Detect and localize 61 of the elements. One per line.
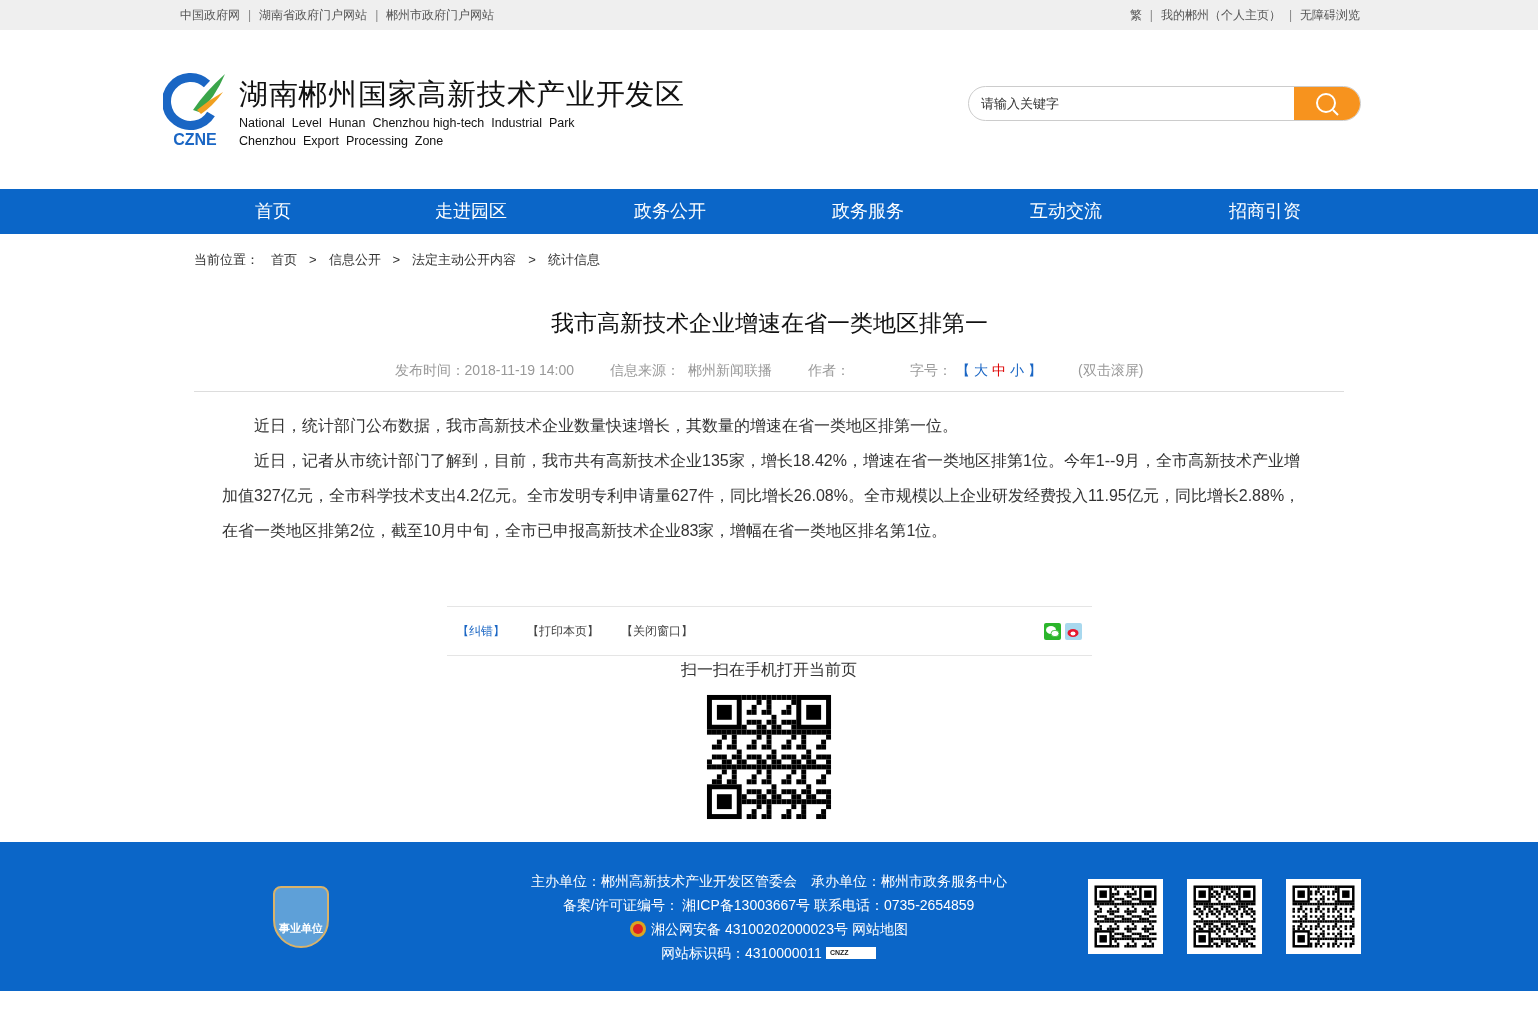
breadcrumb-link[interactable]: 法定主动公开内容 xyxy=(412,250,517,270)
top-link[interactable]: 繁 xyxy=(1129,6,1142,24)
action-link[interactable]: 【打印本页】 xyxy=(526,622,599,640)
police-emblem-icon xyxy=(629,919,648,938)
link-separator: | xyxy=(375,7,379,24)
top-link[interactable]: 湖南省政府门户网站 xyxy=(259,6,368,24)
top-link[interactable]: 无障碍浏览 xyxy=(1300,6,1360,24)
publish-time: 发布时间：2018-11-19 14:00 xyxy=(394,361,575,380)
police-record-link[interactable]: 湘公网安备 43100202000023号 xyxy=(651,916,848,941)
breadcrumb-separator: > xyxy=(392,251,401,270)
article-title: 我市高新技术企业增速在省一类地区排第一 xyxy=(549,309,989,338)
article-paragraph: 近日，记者从市统计部门了解到，目前，我市共有高新技术企业135家，增长18.42%，增速在省一类地区排第1位。今年1--9月，全市高新技术产业增加值327亿元，全市科学技术支出4.2亿元。全市发明专利申请量627件，同比增长26.08%。全市规模以上企业研发经费投入11.95亿元，同比增长2.88%，在省一类地区排第2位，截至10月中旬，全市已申报高新技术企业83家，增幅在省一类地区排名第1位。 xyxy=(222,451,1302,541)
nav-tab[interactable]: 招商引资 xyxy=(1165,189,1364,234)
wechat-icon[interactable] xyxy=(1043,622,1061,640)
source-label: 信息来源： xyxy=(610,361,681,380)
breadcrumb-link[interactable]: 首页 xyxy=(271,250,297,270)
link-separator: | xyxy=(1149,7,1153,24)
link-separator: | xyxy=(1288,7,1292,24)
link-separator: | xyxy=(248,7,252,24)
action-link[interactable]: 【关闭窗口】 xyxy=(620,622,693,640)
search-field[interactable]: 请输入关键字 xyxy=(969,93,1294,114)
source-name: 郴州新闻联播 xyxy=(688,361,773,380)
nav-tab[interactable]: 首页 xyxy=(174,189,373,234)
sitemap-link[interactable]: 网站地图 xyxy=(851,916,908,941)
qr-code xyxy=(1290,883,1357,950)
site-subtitle: National Level Hunan Chenzhou high-tech Industrial Park xyxy=(239,114,576,132)
top-link[interactable]: 郴州市政府门户网站 xyxy=(386,6,495,24)
site-title: 湖南郴州国家高新技术产业开发区 xyxy=(239,76,685,112)
weibo-icon[interactable] xyxy=(1064,622,1082,640)
top-link[interactable]: 我的郴州（个人主页） xyxy=(1160,6,1281,24)
font-size-label: 字号： xyxy=(910,361,953,380)
footer-text: 网站标识码：4310000011 xyxy=(661,943,822,963)
font-size-link[interactable]: 中 xyxy=(992,360,1007,381)
site-subtitle: Chenzhou Export Processing Zone xyxy=(239,132,445,150)
footer-text: 主办单位：郴州高新技术产业开发区管委会 承办单位：郴州市政务服务中心 xyxy=(530,871,1007,891)
top-link[interactable]: 中国政府网 xyxy=(180,6,240,24)
nav-tab[interactable]: 互动交流 xyxy=(967,189,1166,234)
qr-caption: 扫一扫在手机打开当前页 xyxy=(680,660,858,680)
breadcrumb-separator: > xyxy=(309,251,317,270)
nav-tab[interactable]: 走进园区 xyxy=(372,189,571,234)
breadcrumb-separator: > xyxy=(528,251,536,270)
font-size-link[interactable]: 大 xyxy=(974,360,989,381)
action-link[interactable]: 【纠错】 xyxy=(456,622,505,640)
author-label: 作者： xyxy=(808,361,852,380)
bracket: 【 xyxy=(956,361,971,380)
qr-code xyxy=(1092,883,1159,950)
font-size-link[interactable]: 小 xyxy=(1010,360,1025,381)
qr-code xyxy=(1191,883,1258,950)
nav-tab[interactable]: 政务服务 xyxy=(769,189,968,234)
search-icon xyxy=(1314,90,1340,117)
nav-tab[interactable]: 政务公开 xyxy=(570,189,769,234)
footer-text: 备案/许可证编号： 湘ICP备13003667号 联系电话：0735-2654859 xyxy=(562,895,975,915)
breadcrumb-label: 当前位置： xyxy=(194,251,259,270)
badge-text: 事业单位 xyxy=(279,921,323,934)
breadcrumb-link[interactable]: 信息公开 xyxy=(328,250,381,270)
bracket: 】 xyxy=(1028,361,1043,380)
logo-text: CZNE xyxy=(173,129,217,150)
breadcrumb-link[interactable]: 统计信息 xyxy=(547,250,600,270)
search-button[interactable] xyxy=(1294,87,1360,120)
scroll-hint: (双击滚屏) xyxy=(1078,361,1144,380)
article-paragraph: 近日，统计部门公布数据，我市高新技术企业数量快速增长，其数量的增速在省一类地区排第一位。 xyxy=(253,416,959,436)
